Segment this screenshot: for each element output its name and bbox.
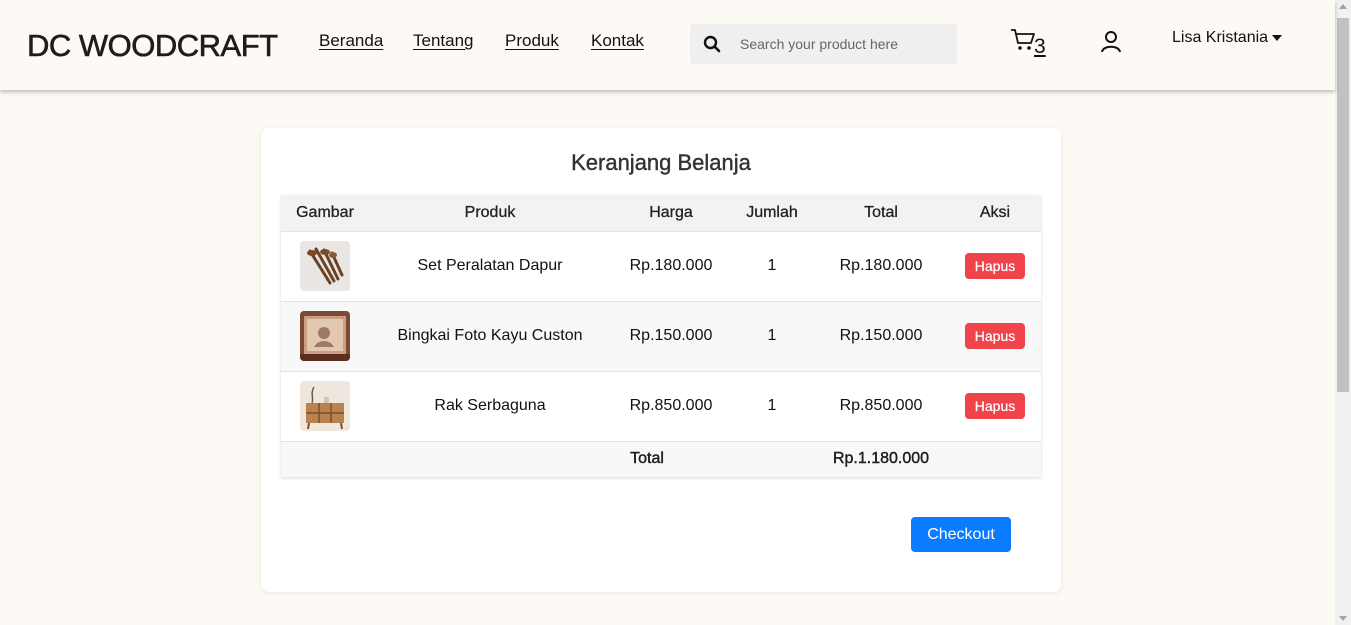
table-header-row: Gambar Produk Harga Jumlah Total Aksi (281, 195, 1041, 231)
cart-count-badge: 3 (1034, 35, 1046, 58)
search-icon[interactable] (690, 35, 734, 53)
product-total: Rp.850.000 (813, 370, 949, 441)
search-bar (690, 24, 957, 64)
column-header: Aksi (949, 195, 1041, 231)
cart-button[interactable]: 3 (1010, 28, 1046, 57)
cart-table: Gambar Produk Harga Jumlah Total Aksi Se… (281, 195, 1041, 477)
product-price: Rp.180.000 (611, 230, 731, 301)
nav-link-produk[interactable]: Produk (505, 31, 559, 51)
delete-button[interactable]: Hapus (964, 323, 1026, 349)
caret-down-icon (1272, 35, 1283, 41)
column-header: Jumlah (731, 195, 813, 231)
nav-link-tentang[interactable]: Tentang (413, 31, 474, 51)
product-quantity: 1 (731, 300, 813, 371)
column-header: Total (813, 195, 949, 231)
delete-button[interactable]: Hapus (964, 393, 1026, 419)
user-menu-dropdown[interactable]: Lisa Kristania (1172, 29, 1283, 47)
scroll-up-arrow-icon[interactable] (1339, 4, 1347, 9)
product-quantity: 1 (731, 230, 813, 301)
table-total-row: Total Rp.1.180.000 (281, 440, 1041, 477)
product-total: Rp.180.000 (813, 230, 949, 301)
vertical-scrollbar[interactable] (1335, 0, 1351, 625)
user-icon[interactable] (1100, 30, 1122, 59)
cart-card: Keranjang Belanja Gambar Produk Harga Ju… (261, 128, 1061, 592)
scroll-down-arrow-icon[interactable] (1339, 616, 1347, 621)
search-input[interactable] (740, 36, 940, 52)
scrollbar-thumb[interactable] (1337, 18, 1349, 392)
site-header: DC WOODCRAFT Beranda Tentang Produk Kont… (0, 0, 1335, 90)
product-price: Rp.850.000 (611, 370, 731, 441)
delete-button[interactable]: Hapus (964, 253, 1026, 279)
site-logo[interactable]: DC WOODCRAFT (27, 28, 279, 64)
user-name-label: Lisa Kristania (1172, 29, 1269, 46)
table-row: Set Peralatan Dapur Rp.180.000 1 Rp.180.… (281, 230, 1041, 301)
product-name: Rak Serbaguna (369, 370, 611, 441)
product-quantity: 1 (731, 370, 813, 441)
nav-link-beranda[interactable]: Beranda (319, 31, 383, 51)
product-price: Rp.150.000 (611, 300, 731, 371)
column-header: Gambar (281, 195, 369, 231)
table-row: Bingkai Foto Kayu Custon Rp.150.000 1 Rp… (281, 300, 1041, 371)
column-header: Produk (369, 195, 611, 231)
product-image-photo-frame[interactable] (300, 311, 350, 361)
product-name: Set Peralatan Dapur (369, 230, 611, 301)
column-header: Harga (611, 195, 731, 231)
product-image-kitchen-utensils[interactable] (300, 241, 350, 291)
product-total: Rp.150.000 (813, 300, 949, 371)
product-name: Bingkai Foto Kayu Custon (369, 300, 611, 371)
total-label: Total (281, 440, 813, 477)
page-title: Keranjang Belanja (571, 150, 751, 175)
table-row: Rak Serbaguna Rp.850.000 1 Rp.850.000 Ha… (281, 370, 1041, 441)
cart-icon (1010, 28, 1036, 57)
checkout-button[interactable]: Checkout (911, 517, 1011, 552)
product-image-shelf[interactable] (300, 381, 350, 431)
grand-total: Rp.1.180.000 (813, 440, 949, 477)
nav-link-kontak[interactable]: Kontak (591, 31, 644, 51)
